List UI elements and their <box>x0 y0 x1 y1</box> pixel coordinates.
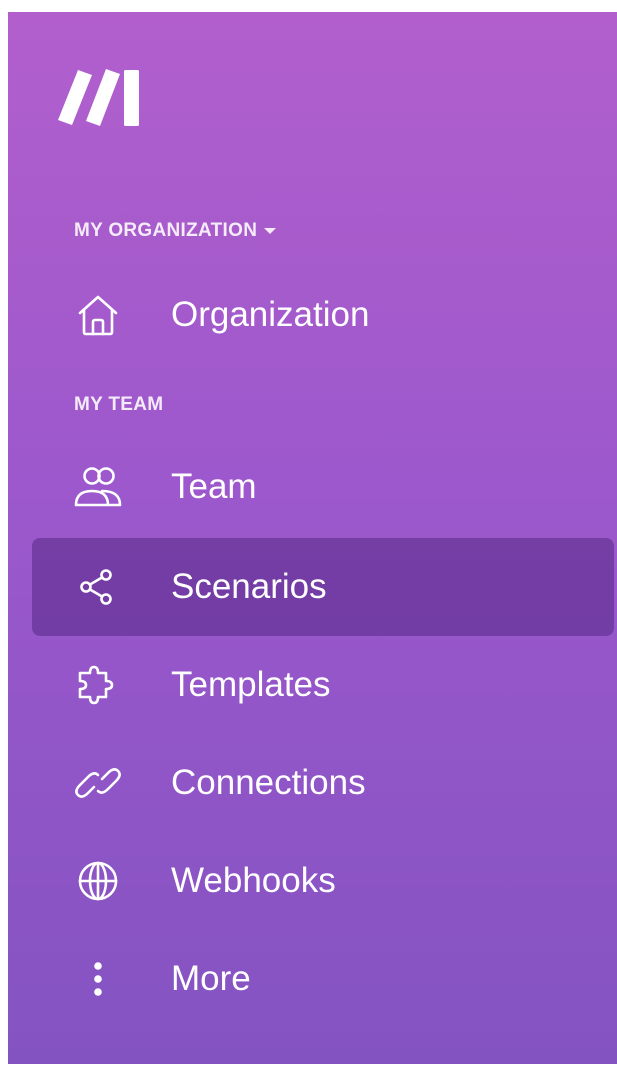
sidebar-item-label: Organization <box>171 295 370 334</box>
caret-down-icon <box>264 228 277 234</box>
sidebar-item-label: Scenarios <box>171 567 327 606</box>
sidebar-item-label: More <box>171 959 251 998</box>
sidebar-item-label: Webhooks <box>171 861 336 900</box>
sidebar-item-scenarios[interactable]: Scenarios <box>32 538 614 636</box>
sidebar-item-label: Team <box>171 467 257 506</box>
sidebar-item-label: Connections <box>171 763 366 802</box>
home-icon <box>72 289 124 341</box>
organization-section-label: MY ORGANIZATION <box>74 220 258 241</box>
team-section-label: MY TEAM <box>74 394 163 416</box>
sidebar-item-organization[interactable]: Organization <box>32 266 614 364</box>
share-nodes-icon <box>72 561 124 613</box>
sidebar-item-connections[interactable]: Connections <box>32 734 614 832</box>
globe-icon <box>72 855 124 907</box>
users-icon <box>72 461 124 513</box>
sidebar-item-templates[interactable]: Templates <box>32 636 614 734</box>
team-section-label-text: MY TEAM <box>74 394 164 415</box>
make-logo-icon[interactable] <box>56 66 142 128</box>
organization-section-dropdown[interactable]: MY ORGANIZATION <box>74 220 277 242</box>
sidebar-item-team[interactable]: Team <box>32 438 614 536</box>
sidebar-item-label: Templates <box>171 665 331 704</box>
sidebar-item-webhooks[interactable]: Webhooks <box>32 832 614 930</box>
puzzle-icon <box>72 659 124 711</box>
more-vertical-icon <box>72 953 124 1005</box>
sidebar-item-more[interactable]: More <box>32 930 614 1028</box>
sidebar: MY ORGANIZATION Organization MY TEAM Tea… <box>8 12 617 1064</box>
link-icon <box>72 757 124 809</box>
